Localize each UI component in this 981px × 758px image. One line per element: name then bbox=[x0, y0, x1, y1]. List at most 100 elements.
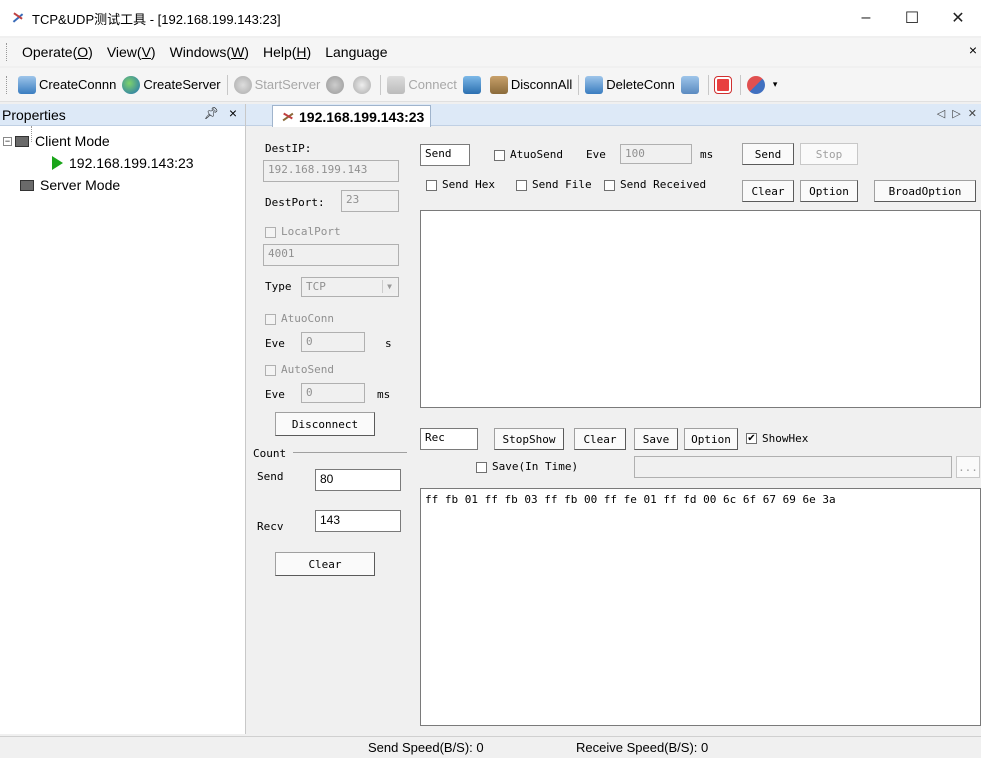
recv-count-label: Recv bbox=[257, 520, 284, 533]
title-bar: TCP&UDP测试工具 - [192.168.199.143:23] – ☐ ✕ bbox=[0, 0, 981, 36]
send-received-label: Send Received bbox=[620, 178, 707, 191]
save-path-field[interactable] bbox=[634, 456, 952, 478]
properties-close-icon[interactable]: × bbox=[229, 105, 237, 121]
toolbar-grip bbox=[6, 75, 9, 94]
auto-conn-eve-field[interactable]: 0 bbox=[301, 332, 365, 352]
disconnect-conn-button[interactable]: Disconnect bbox=[275, 412, 375, 436]
connect-icon bbox=[387, 75, 406, 94]
send-interval-unit: ms bbox=[700, 148, 714, 161]
menu-language[interactable]: Language bbox=[318, 44, 394, 60]
recv-option-button[interactable]: Option bbox=[684, 428, 738, 450]
delete-conn-icon bbox=[585, 75, 604, 94]
about-button[interactable] bbox=[744, 72, 771, 98]
dest-port-field[interactable]: 23 bbox=[341, 190, 399, 212]
disconn-all-label: DisconnAll bbox=[510, 77, 573, 92]
connect-button[interactable]: Connect bbox=[384, 72, 459, 98]
computer-icon bbox=[20, 179, 34, 191]
toolbar-overflow-icon[interactable]: ▾ bbox=[773, 79, 778, 90]
send-button[interactable]: Send bbox=[742, 143, 794, 165]
maximize-button[interactable]: ☐ bbox=[889, 0, 935, 36]
properties-panel: Properties 📌︎ × − Client Mode 192.168.19… bbox=[0, 104, 246, 734]
disconnect-button[interactable] bbox=[460, 72, 487, 98]
minimize-button[interactable]: – bbox=[843, 0, 889, 36]
show-hex-checkbox[interactable]: ✔ bbox=[746, 433, 757, 444]
send-count-label: Send bbox=[257, 470, 284, 483]
auto-conn-checkbox[interactable] bbox=[265, 314, 276, 325]
close-button[interactable]: ✕ bbox=[935, 0, 981, 36]
create-server-button[interactable]: CreateServer bbox=[119, 72, 223, 98]
tab-connection[interactable]: 192.168.199.143:23 bbox=[272, 105, 432, 127]
menu-operate-label: Operate( bbox=[22, 44, 78, 60]
create-conn-button[interactable]: CreateConnn bbox=[15, 72, 119, 98]
menu-operate[interactable]: Operate(O) bbox=[15, 44, 100, 60]
menu-view-tail: ) bbox=[150, 44, 156, 60]
tree-item-label: 192.168.199.143:23 bbox=[69, 155, 194, 171]
stop-button[interactable]: Stop bbox=[800, 143, 858, 165]
toolbar-separator bbox=[380, 74, 382, 95]
menu-windows-key: W bbox=[231, 44, 245, 60]
browse-button[interactable]: ... bbox=[956, 456, 980, 478]
close-server-button[interactable] bbox=[350, 72, 377, 98]
send-received-checkbox[interactable] bbox=[604, 180, 615, 191]
disconn-all-button[interactable]: DisconnAll bbox=[487, 72, 575, 98]
type-select[interactable]: TCP ▼ bbox=[301, 277, 399, 297]
send-tag: Send bbox=[420, 144, 470, 166]
pin-icon[interactable]: 📌︎ bbox=[204, 106, 219, 120]
delete-all-icon bbox=[680, 75, 699, 94]
tab-nav-arrows[interactable]: ◁ ▷ ✕ bbox=[937, 107, 979, 120]
send-option-button[interactable]: Option bbox=[800, 180, 858, 202]
dest-ip-field[interactable]: 192.168.199.143 bbox=[263, 160, 399, 182]
send-count-field[interactable]: 80 bbox=[315, 469, 401, 491]
save-in-time-label: Save(In Time) bbox=[492, 460, 579, 473]
create-server-label: CreateServer bbox=[143, 77, 221, 92]
delete-conn-label: DeleteConn bbox=[606, 77, 675, 92]
auto-conn-label: AtuoConn bbox=[281, 312, 334, 325]
auto-send-eve-label: Eve bbox=[265, 388, 285, 401]
menu-view-label: View( bbox=[106, 44, 142, 60]
window-title: TCP&UDP测试工具 - [192.168.199.143:23] bbox=[32, 11, 281, 27]
menu-view[interactable]: View(V) bbox=[100, 44, 163, 60]
exit-button[interactable] bbox=[712, 72, 737, 98]
menu-view-key: V bbox=[141, 44, 151, 60]
broad-option-button[interactable]: BroadOption bbox=[874, 180, 976, 202]
menu-help[interactable]: Help(H) bbox=[256, 44, 318, 60]
received-data-output[interactable]: ff fb 01 ff fb 03 ff fb 00 ff fe 01 ff f… bbox=[420, 488, 981, 726]
toolbar-separator bbox=[707, 74, 709, 95]
start-server-button[interactable]: StartServer bbox=[231, 72, 324, 98]
local-port-field[interactable]: 4001 bbox=[263, 244, 399, 266]
dest-port-label: DestPort: bbox=[265, 196, 325, 209]
connection-tree: − Client Mode 192.168.199.143:23 Server … bbox=[0, 126, 245, 196]
save-button[interactable]: Save bbox=[634, 428, 678, 450]
send-hex-checkbox[interactable] bbox=[426, 180, 437, 191]
toolbar: CreateConnn CreateServer StartServer Con… bbox=[0, 68, 981, 102]
local-port-label: LocalPort bbox=[281, 225, 341, 238]
start-server-label: StartServer bbox=[254, 77, 321, 92]
save-in-time-checkbox[interactable] bbox=[476, 462, 487, 473]
send-file-checkbox[interactable] bbox=[516, 180, 527, 191]
auto-send-eve-field[interactable]: 0 bbox=[301, 383, 365, 403]
send-speed-status: Send Speed(B/S): 0 bbox=[368, 740, 484, 755]
properties-title: Properties bbox=[2, 106, 66, 123]
local-port-checkbox[interactable] bbox=[265, 227, 276, 238]
tree-item-client-node[interactable]: 192.168.199.143:23 bbox=[0, 152, 245, 174]
tree-item-server-mode[interactable]: Server Mode bbox=[0, 174, 245, 196]
auto-send-checkbox[interactable] bbox=[265, 365, 276, 376]
recv-clear-button[interactable]: Clear bbox=[574, 428, 626, 450]
tree-item-client-mode[interactable]: − Client Mode bbox=[0, 130, 245, 152]
create-conn-label: CreateConnn bbox=[39, 77, 117, 92]
stop-server-button[interactable] bbox=[323, 72, 350, 98]
collapse-icon[interactable]: − bbox=[3, 136, 12, 146]
menu-help-label: Help( bbox=[262, 44, 297, 60]
menu-help-key: H bbox=[296, 44, 307, 60]
count-clear-button[interactable]: Clear bbox=[275, 552, 375, 576]
send-interval-field[interactable]: 100 bbox=[620, 144, 692, 164]
menu-windows[interactable]: Windows(W) bbox=[163, 44, 256, 60]
send-clear-button[interactable]: Clear bbox=[742, 180, 794, 202]
delete-all-button[interactable] bbox=[678, 72, 705, 98]
menu-close-icon[interactable]: × bbox=[969, 42, 977, 58]
delete-conn-button[interactable]: DeleteConn bbox=[582, 72, 678, 98]
send-data-input[interactable] bbox=[420, 210, 981, 408]
stop-show-button[interactable]: StopShow bbox=[494, 428, 564, 450]
recv-count-field[interactable]: 143 bbox=[315, 510, 401, 532]
auto-send-toggle-checkbox[interactable] bbox=[494, 150, 505, 161]
